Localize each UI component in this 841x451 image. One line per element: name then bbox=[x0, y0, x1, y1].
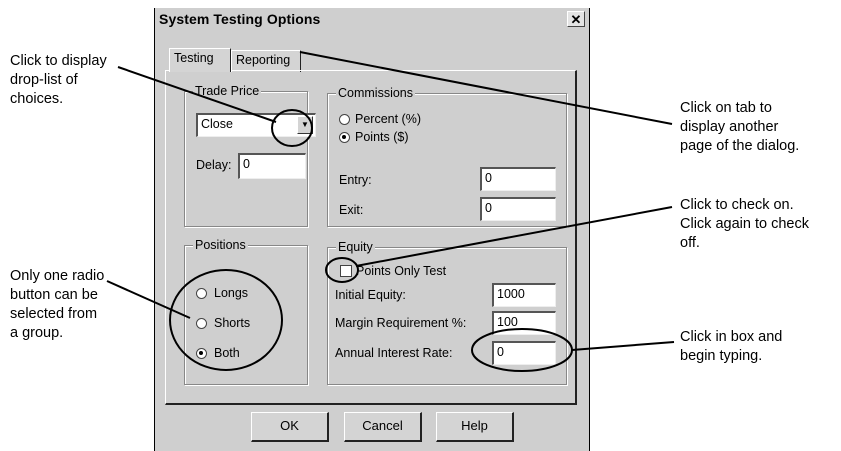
commission-points-label: Points ($) bbox=[355, 130, 409, 144]
tab-reporting-label: Reporting bbox=[236, 53, 291, 67]
delay-label: Delay: bbox=[196, 158, 232, 172]
initial-equity-value: 1000 bbox=[497, 287, 525, 301]
callout-tab: Click on tab to display another page of … bbox=[680, 100, 800, 154]
ok-button-label: OK bbox=[280, 418, 299, 433]
system-testing-options-dialog: System Testing Options ✕ Testing Reporti… bbox=[154, 8, 590, 451]
close-button[interactable]: ✕ bbox=[567, 11, 585, 27]
annual-interest-rate-label: Annual Interest Rate: bbox=[335, 346, 453, 360]
positions-shorts-label: Shorts bbox=[214, 316, 251, 330]
positions-both-label: Both bbox=[214, 346, 240, 360]
points-only-test-checkbox[interactable] bbox=[340, 265, 352, 277]
annual-interest-rate-value: 0 bbox=[497, 345, 504, 359]
commission-points-radio[interactable] bbox=[339, 132, 350, 143]
cancel-button[interactable]: Cancel bbox=[344, 412, 422, 442]
trade-price-selected-value: Close bbox=[201, 117, 233, 131]
chevron-down-icon: ▼ bbox=[301, 120, 309, 129]
exit-input[interactable]: 0 bbox=[480, 197, 556, 221]
commissions-group-label: Commissions bbox=[336, 85, 416, 101]
delay-value: 0 bbox=[243, 157, 250, 171]
positions-longs-radio[interactable] bbox=[196, 288, 207, 299]
exit-value: 0 bbox=[485, 201, 492, 215]
margin-requirement-input[interactable]: 100 bbox=[492, 311, 556, 335]
ok-button[interactable]: OK bbox=[251, 412, 329, 442]
cancel-button-label: Cancel bbox=[362, 418, 403, 433]
callout-checkbox: Click to check on. Click again to check … bbox=[680, 197, 809, 251]
positions-shorts-radio[interactable] bbox=[196, 318, 207, 329]
entry-label: Entry: bbox=[339, 173, 372, 187]
callout-droplist: Click to display drop-list of choices. bbox=[10, 53, 107, 107]
radio-selected-dot bbox=[199, 351, 203, 355]
callout-radio: Only one radio button can be selected fr… bbox=[10, 268, 105, 341]
annual-interest-rate-input[interactable]: 0 bbox=[492, 341, 556, 365]
initial-equity-input[interactable]: 1000 bbox=[492, 283, 556, 307]
callout-textbox: Click in box and begin typing. bbox=[680, 329, 783, 364]
help-button-label: Help bbox=[461, 418, 488, 433]
exit-label: Exit: bbox=[339, 203, 364, 217]
delay-input[interactable]: 0 bbox=[238, 153, 306, 179]
tab-testing-label: Testing bbox=[174, 51, 214, 65]
positions-both-radio[interactable] bbox=[196, 348, 207, 359]
tab-reporting[interactable]: Reporting bbox=[231, 50, 301, 72]
title-bar[interactable]: System Testing Options ✕ bbox=[155, 8, 589, 30]
tab-testing[interactable]: Testing bbox=[169, 48, 231, 72]
initial-equity-label: Initial Equity: bbox=[335, 288, 406, 302]
radio-selected-dot bbox=[342, 135, 346, 139]
close-icon: ✕ bbox=[570, 12, 582, 27]
points-only-test-label: Points Only Test bbox=[356, 264, 447, 278]
trade-price-group-label: Trade Price bbox=[193, 83, 262, 99]
positions-longs-label: Longs bbox=[214, 286, 249, 300]
margin-requirement-label: Margin Requirement %: bbox=[335, 316, 467, 330]
entry-input[interactable]: 0 bbox=[480, 167, 556, 191]
tab-panel-testing: Trade Price Close ▼ Delay: 0 Commissions… bbox=[165, 70, 577, 405]
trade-price-dropdown-button[interactable]: ▼ bbox=[297, 116, 313, 134]
positions-group-label: Positions bbox=[193, 237, 248, 253]
entry-value: 0 bbox=[485, 171, 492, 185]
help-button[interactable]: Help bbox=[436, 412, 514, 442]
dialog-title: System Testing Options bbox=[159, 11, 321, 27]
commission-percent-label: Percent (%) bbox=[355, 112, 421, 126]
commission-percent-radio[interactable] bbox=[339, 114, 350, 125]
equity-group-label: Equity bbox=[336, 239, 375, 255]
margin-requirement-value: 100 bbox=[497, 315, 518, 329]
